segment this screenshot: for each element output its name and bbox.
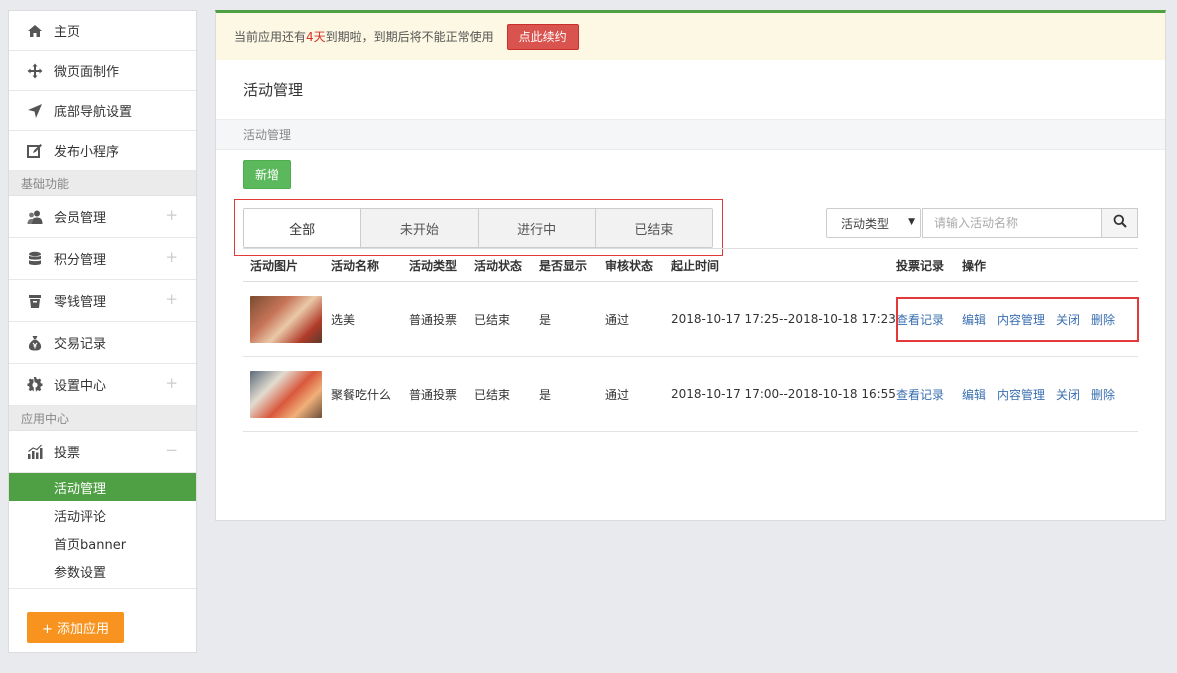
users-icon xyxy=(27,209,43,225)
submenu-home-banner[interactable]: 首页banner xyxy=(9,529,196,557)
money-bag-icon xyxy=(27,335,43,351)
activity-status: 已结束 xyxy=(474,387,511,402)
collapse-minus-icon[interactable]: − xyxy=(165,443,178,458)
activity-type: 普通投票 xyxy=(409,312,458,327)
expand-plus-icon[interactable]: + xyxy=(165,208,178,223)
sidebar-item-points[interactable]: 积分管理 + xyxy=(9,238,196,280)
expiry-notice: 当前应用还有 4天 到期啦，到期后将不能正常使用 点此续约 xyxy=(216,13,1165,60)
submenu-activity-manage[interactable]: 活动管理 xyxy=(9,473,196,501)
notice-suffix: 到期啦，到期后将不能正常使用 xyxy=(325,30,494,44)
col-header-vote-records: 投票记录 xyxy=(896,258,945,273)
tab-all[interactable]: 全部 xyxy=(244,209,362,247)
tab-not-started[interactable]: 未开始 xyxy=(361,209,479,247)
sidebar-item-label: 发布小程序 xyxy=(54,145,120,160)
notice-days: 4天 xyxy=(306,30,326,44)
sidebar-item-publish[interactable]: 发布小程序 xyxy=(9,131,196,171)
sidebar-item-transactions[interactable]: 交易记录 xyxy=(9,322,196,364)
database-icon xyxy=(27,251,43,267)
section-basic-functions: 基础功能 xyxy=(9,171,196,196)
sidebar-item-settings[interactable]: 设置中心 + xyxy=(9,364,196,406)
col-header-actions: 操作 xyxy=(962,258,987,273)
view-records-link[interactable]: 查看记录 xyxy=(896,388,944,402)
caret-down-icon: ▼ xyxy=(908,217,915,227)
edit-link[interactable]: 编辑 xyxy=(962,386,986,403)
col-header-type: 活动类型 xyxy=(409,258,458,273)
gear-icon xyxy=(27,376,43,393)
col-header-image: 活动图片 xyxy=(250,258,299,273)
sidebar-item-label: 积分管理 xyxy=(54,253,107,268)
vote-submenu: 活动管理 活动评论 首页banner 参数设置 xyxy=(9,473,196,589)
activity-name: 聚餐吃什么 xyxy=(331,387,392,402)
activity-search-input[interactable] xyxy=(922,208,1102,238)
actions-highlight-frame xyxy=(896,297,1139,342)
submenu-parameter-settings[interactable]: 参数设置 xyxy=(9,557,196,585)
sidebar-item-label: 设置中心 xyxy=(54,379,107,394)
edit-icon xyxy=(27,143,43,159)
sidebar-item-micro-page[interactable]: 微页面制作 xyxy=(9,51,196,91)
sidebar-item-change[interactable]: 零钱管理 + xyxy=(9,280,196,322)
tab-ended[interactable]: 已结束 xyxy=(595,209,712,247)
sidebar-item-label: 交易记录 xyxy=(54,337,107,352)
notice-prefix: 当前应用还有 xyxy=(234,30,307,44)
activity-image-cell xyxy=(243,295,331,343)
wallet-icon xyxy=(27,293,43,309)
activity-visible: 是 xyxy=(539,312,552,327)
activity-type-select[interactable]: 活动类型 ▼ xyxy=(826,208,921,238)
activity-thumbnail[interactable] xyxy=(250,295,322,343)
page-title: 活动管理 xyxy=(243,81,304,99)
move-icon xyxy=(27,63,43,79)
sidebar-item-label: 微页面制作 xyxy=(54,65,120,80)
sidebar-item-label: 主页 xyxy=(54,25,81,40)
activity-time-range: 2018-10-17 17:25--2018-10-18 17:23 xyxy=(671,312,896,326)
expand-plus-icon[interactable]: + xyxy=(165,292,178,307)
bar-chart-icon xyxy=(27,444,43,460)
col-header-name: 活动名称 xyxy=(331,258,380,273)
status-tabs: 全部 未开始 进行中 已结束 xyxy=(243,208,713,248)
activity-thumbnail[interactable] xyxy=(250,370,322,418)
navigation-arrow-icon xyxy=(27,103,43,119)
activity-type-select-value: 活动类型 xyxy=(841,216,890,231)
renew-button[interactable]: 点此续约 xyxy=(506,23,579,50)
activity-status: 已结束 xyxy=(474,312,511,327)
search-button[interactable] xyxy=(1101,208,1138,238)
activity-visible: 是 xyxy=(539,387,552,402)
new-activity-button[interactable]: 新增 xyxy=(243,160,292,189)
sidebar-item-label: 底部导航设置 xyxy=(54,105,133,120)
breadcrumb: 活动管理 xyxy=(216,119,1165,150)
activity-audit: 通过 xyxy=(605,387,630,402)
row-actions: 编辑 内容管理 关闭 删除 xyxy=(962,386,1138,403)
col-header-time: 起止时间 xyxy=(671,258,720,273)
expand-plus-icon[interactable]: + xyxy=(165,376,178,391)
table-header: 活动图片 活动名称 活动类型 活动状态 是否显示 审核状态 起止时间 投票记录 … xyxy=(243,249,1138,282)
expand-plus-icon[interactable]: + xyxy=(165,250,178,265)
home-icon xyxy=(27,23,43,39)
section-app-center: 应用中心 xyxy=(9,406,196,431)
activity-audit: 通过 xyxy=(605,312,630,327)
sidebar-item-home[interactable]: 主页 xyxy=(9,11,196,51)
tab-in-progress[interactable]: 进行中 xyxy=(478,209,596,247)
table-row: 聚餐吃什么 普通投票 已结束 是 通过 2018-10-17 17:00--20… xyxy=(243,357,1138,432)
content-manage-link[interactable]: 内容管理 xyxy=(997,386,1045,403)
delete-link[interactable]: 删除 xyxy=(1091,386,1115,403)
main-panel: 当前应用还有 4天 到期啦，到期后将不能正常使用 点此续约 活动管理 活动管理 新增… xyxy=(215,10,1166,521)
activity-time-range: 2018-10-17 17:00--2018-10-18 16:55 xyxy=(671,387,896,401)
sidebar-item-label: 零钱管理 xyxy=(54,295,107,310)
activity-image-cell xyxy=(243,370,331,418)
col-header-visible: 是否显示 xyxy=(539,258,588,273)
add-app-button[interactable]: + 添加应用 xyxy=(27,612,124,643)
activity-type: 普通投票 xyxy=(409,387,458,402)
close-link[interactable]: 关闭 xyxy=(1056,386,1080,403)
col-header-audit: 审核状态 xyxy=(605,258,654,273)
activity-name: 选美 xyxy=(331,312,356,327)
sidebar-item-label: 会员管理 xyxy=(54,211,107,226)
col-header-status: 活动状态 xyxy=(474,258,523,273)
submenu-activity-comments[interactable]: 活动评论 xyxy=(9,501,196,529)
sidebar: 主页 微页面制作 底部导航设置 发布小程序 基础功能 会员管理 + 积分管理 + xyxy=(8,10,197,653)
sidebar-item-bottom-nav[interactable]: 底部导航设置 xyxy=(9,91,196,131)
sidebar-item-members[interactable]: 会员管理 + xyxy=(9,196,196,238)
search-icon xyxy=(1113,214,1127,232)
sidebar-item-vote[interactable]: 投票 − xyxy=(9,431,196,473)
sidebar-item-label: 投票 xyxy=(54,446,81,461)
